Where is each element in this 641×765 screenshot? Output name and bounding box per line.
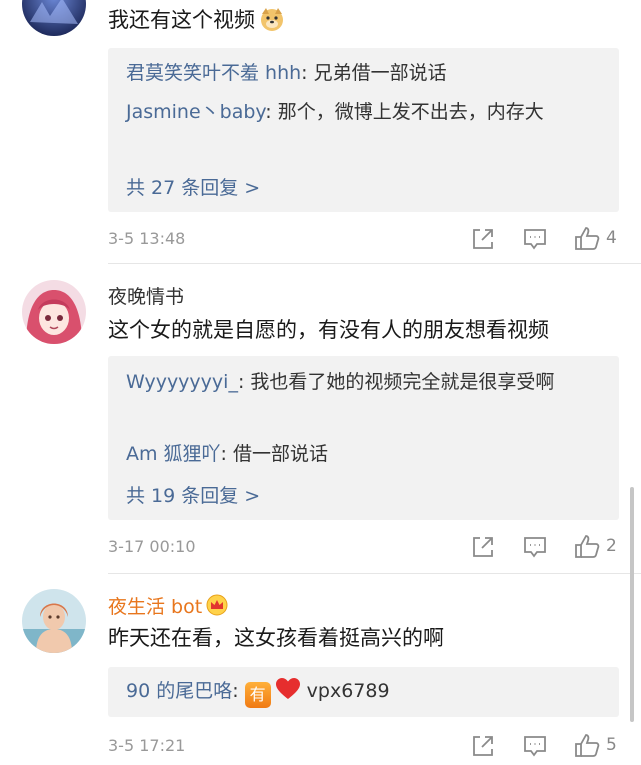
reply-username[interactable]: 君莫笑笑叶不羞 hhh bbox=[126, 62, 301, 84]
reply-username[interactable]: 90 的尾巴咯 bbox=[126, 680, 232, 702]
reply-text: : 我也看了她的视频完全就是很享受啊 bbox=[237, 371, 555, 393]
like-icon[interactable] bbox=[572, 532, 602, 562]
like-count: 5 bbox=[606, 735, 617, 755]
comment-text: 我还有这个视频 bbox=[108, 5, 623, 35]
reply-item[interactable]: Am 狐狸吖: 借一部说话 bbox=[126, 438, 606, 471]
share-icon[interactable] bbox=[468, 532, 498, 562]
comment-icon[interactable] bbox=[520, 224, 550, 254]
comment-icon[interactable] bbox=[520, 731, 550, 761]
heart-icon bbox=[275, 677, 301, 701]
reply-box[interactable]: 君莫笑笑叶不羞 hhh: 兄弟借一部说话 Jasmine丶baby: 那个，微博… bbox=[108, 48, 619, 212]
like-count: 4 bbox=[606, 228, 617, 248]
more-replies-link[interactable]: 共 19 条回复 > bbox=[126, 481, 260, 508]
reply-username[interactable]: Jasmine丶baby bbox=[126, 101, 265, 123]
reply-username[interactable]: Wyyyyyyyi_ bbox=[126, 371, 238, 393]
like-count: 2 bbox=[606, 536, 617, 556]
reply-item[interactable]: 90 的尾巴咯: 有 vpx6789 bbox=[126, 675, 606, 708]
reply-text: : 借一部说话 bbox=[220, 443, 328, 465]
like-icon[interactable] bbox=[572, 224, 602, 254]
comment-icon[interactable] bbox=[520, 532, 550, 562]
comment-item: 我还有这个视频 君莫笑笑叶不羞 hhh: 兄弟借一部说话 Jasmine丶bab… bbox=[0, 0, 641, 262]
more-replies-link[interactable]: 共 27 条回复 > bbox=[126, 173, 260, 200]
reply-item[interactable]: Wyyyyyyyi_: 我也看了她的视频完全就是很享受啊 bbox=[126, 366, 596, 399]
share-icon[interactable] bbox=[468, 731, 498, 761]
comment-item: 夜生活 bot 昨天还在看，这女孩看着挺高兴的啊 90 的尾巴咯: 有 vpx6… bbox=[0, 574, 641, 761]
reply-box[interactable]: Wyyyyyyyi_: 我也看了她的视频完全就是很享受啊 Am 狐狸吖: 借一部… bbox=[108, 356, 619, 520]
reply-username[interactable]: Am 狐狸吖 bbox=[126, 443, 221, 465]
comment-username[interactable]: 夜生活 bot bbox=[108, 592, 228, 619]
like-icon[interactable] bbox=[572, 731, 602, 761]
comment-text: 昨天还在看，这女孩看着挺高兴的啊 bbox=[108, 626, 444, 650]
comment-time: 3-5 17:21 bbox=[108, 736, 186, 755]
comment-text: 这个女的就是自愿的，有没有人的朋友想看视频 bbox=[108, 318, 549, 342]
crown-badge-icon bbox=[206, 594, 228, 616]
reply-text: : 兄弟借一部说话 bbox=[301, 62, 447, 84]
you-badge: 有 bbox=[244, 682, 271, 708]
reply-item[interactable]: 君莫笑笑叶不羞 hhh: 兄弟借一部说话 bbox=[126, 57, 606, 90]
avatar[interactable] bbox=[22, 589, 86, 653]
avatar[interactable] bbox=[22, 280, 86, 344]
doge-emoji-icon bbox=[259, 6, 285, 32]
reply-item[interactable]: Jasmine丶baby: 那个，微博上发不出去，内存大 bbox=[126, 96, 596, 129]
comment-item: 夜晚情书 这个女的就是自愿的，有没有人的朋友想看视频 Wyyyyyyyi_: 我… bbox=[0, 264, 641, 572]
reply-text: vpx6789 bbox=[306, 680, 390, 702]
comment-username[interactable]: 夜晚情书 bbox=[108, 282, 184, 309]
reply-box[interactable]: 90 的尾巴咯: 有 vpx6789 bbox=[108, 667, 619, 717]
avatar[interactable] bbox=[22, 0, 86, 36]
comment-time: 3-17 00:10 bbox=[108, 537, 196, 556]
reply-text: : 那个，微博上发不出去，内存大 bbox=[265, 101, 544, 123]
share-icon[interactable] bbox=[468, 224, 498, 254]
scrollbar[interactable] bbox=[630, 487, 634, 722]
comment-time: 3-5 13:48 bbox=[108, 229, 186, 248]
